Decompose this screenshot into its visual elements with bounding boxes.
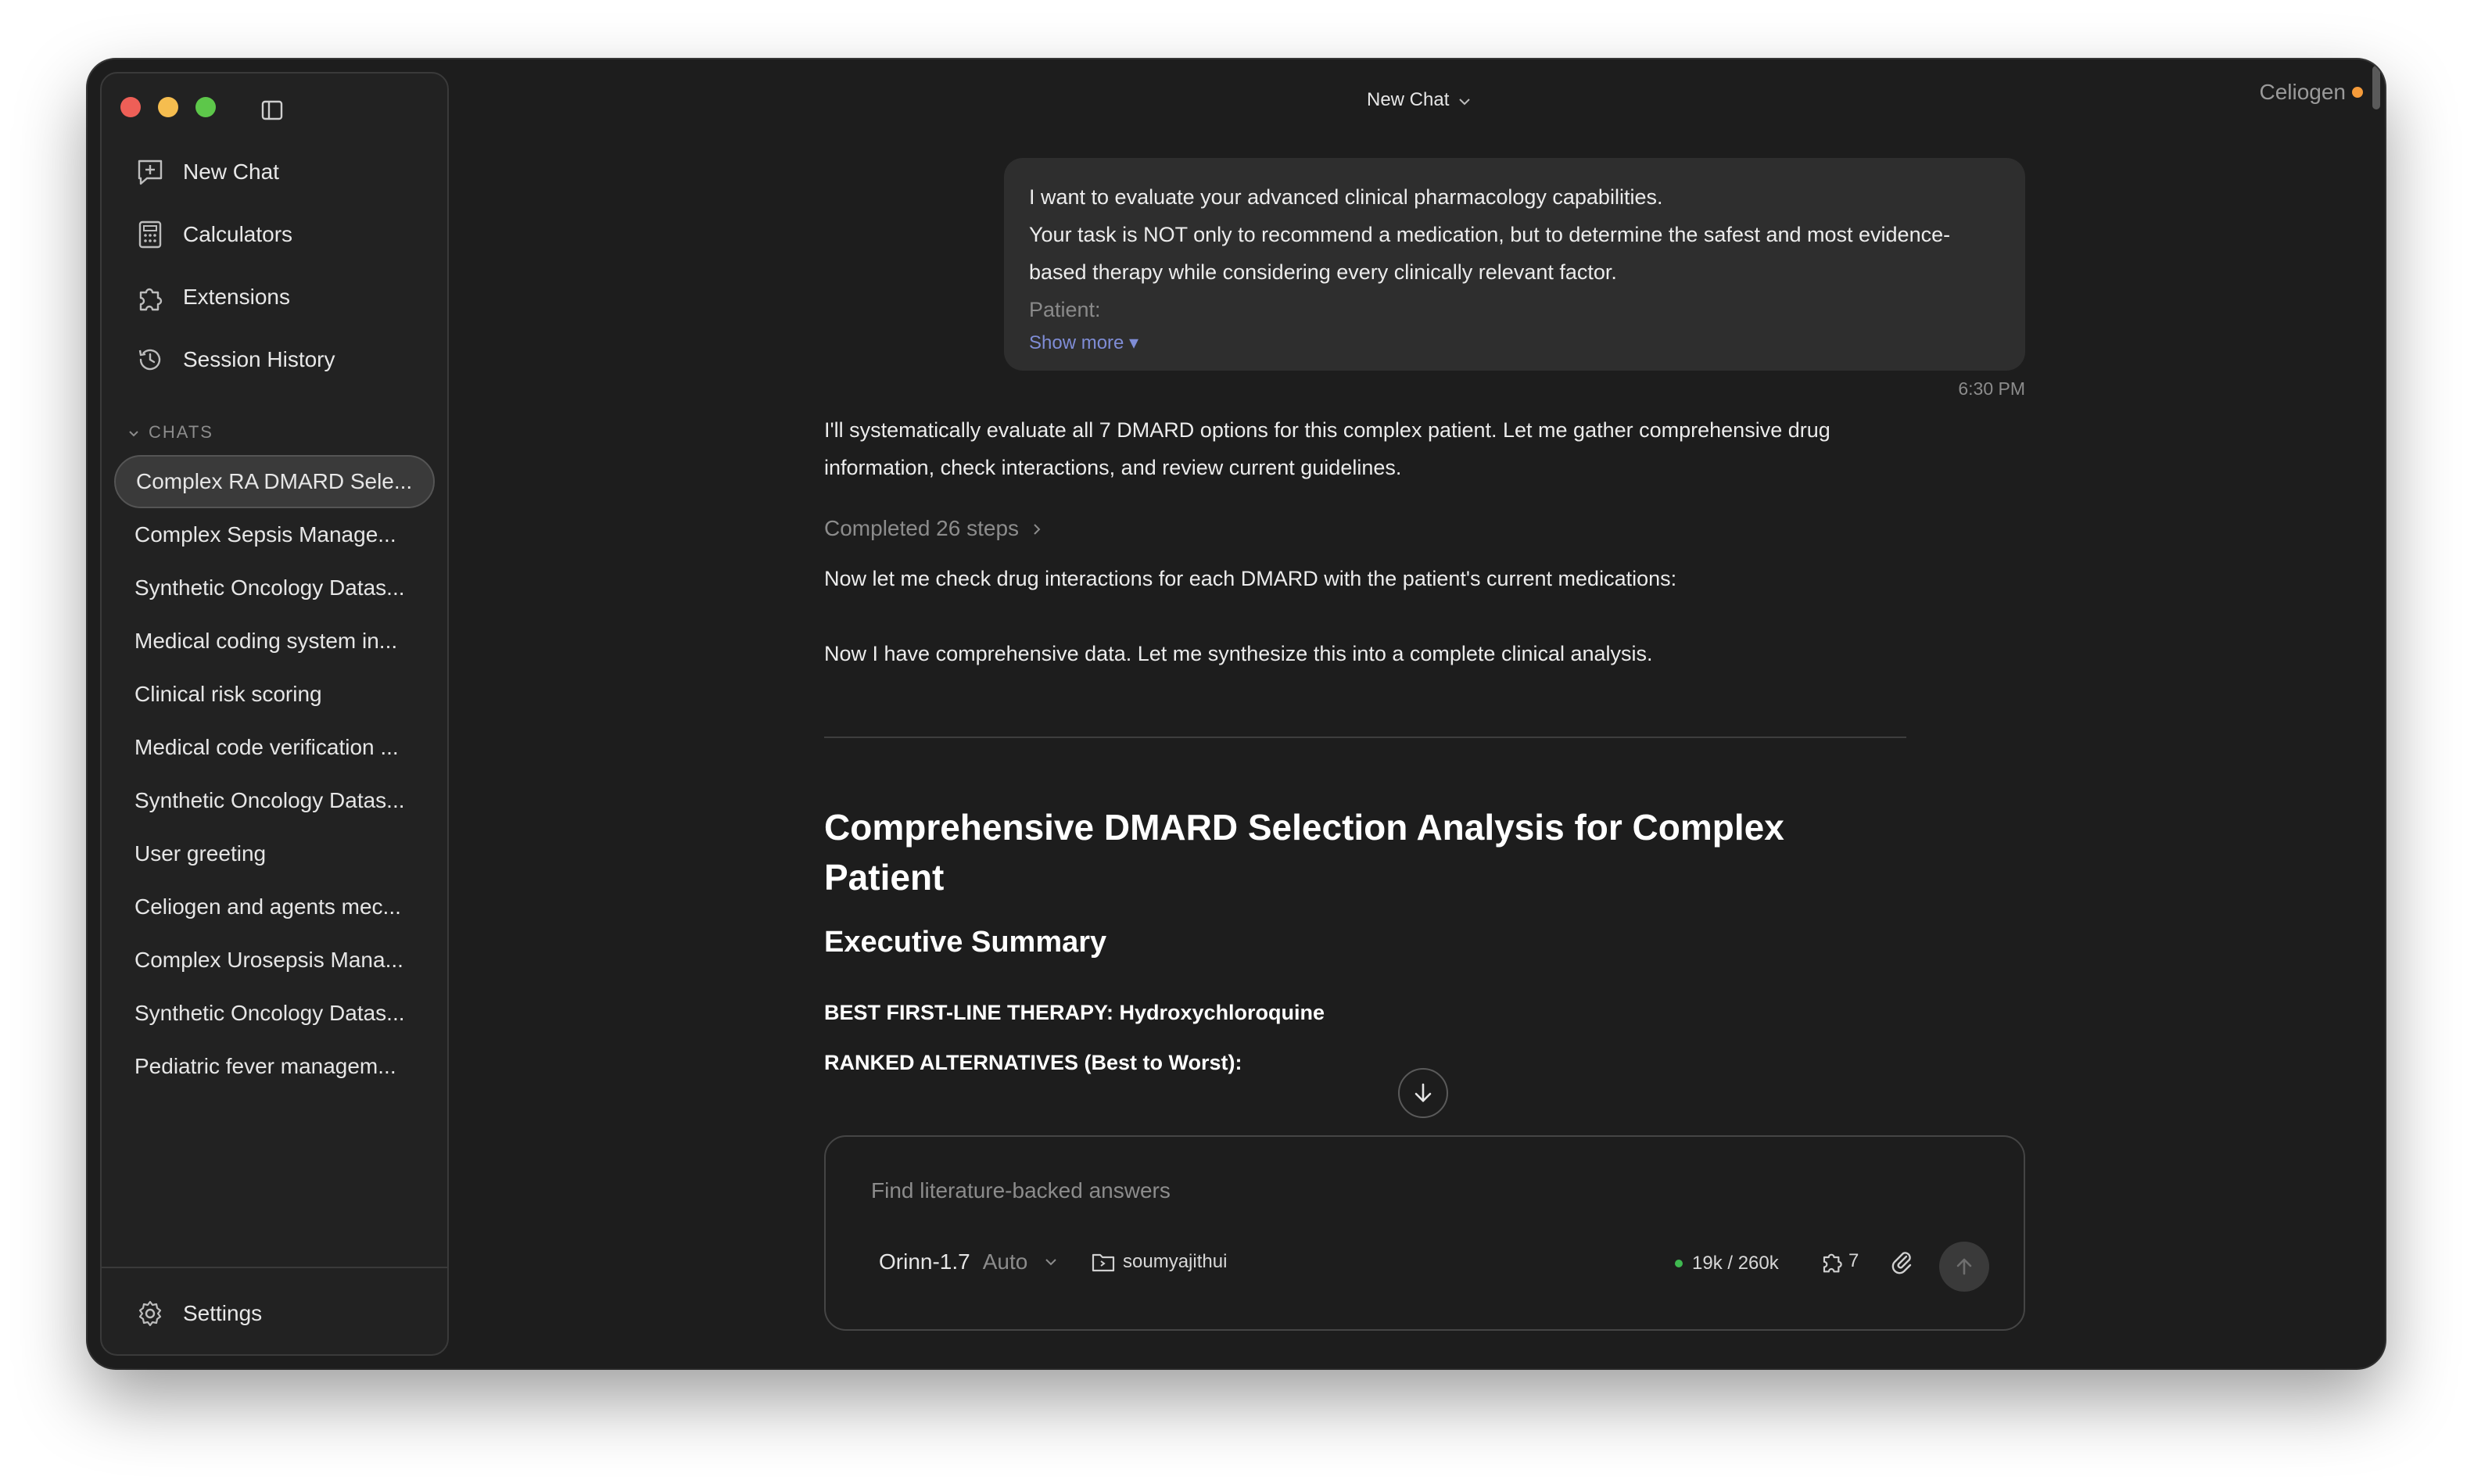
- chat-item[interactable]: Complex Sepsis Manage...: [114, 508, 435, 561]
- settings-button[interactable]: Settings: [134, 1293, 262, 1334]
- user-message-line: based therapy while considering every cl…: [1029, 260, 1617, 284]
- assistant-text: Now let me check drug interactions for e…: [824, 567, 1677, 590]
- puzzle-icon: [134, 281, 166, 313]
- model-mode: Auto: [982, 1249, 1028, 1274]
- chevron-down-icon: [1458, 89, 1471, 111]
- nav-label: Calculators: [183, 222, 293, 246]
- attach-button[interactable]: [1891, 1249, 1913, 1274]
- settings-label: Settings: [183, 1301, 263, 1325]
- paperclip-icon: [1891, 1249, 1913, 1274]
- chat-item[interactable]: Complex Urosepsis Mana...: [114, 934, 435, 987]
- app-window: New Chat Calculators Extensions Session …: [88, 59, 2385, 1368]
- brand-name: Celiogen: [2259, 80, 2346, 104]
- close-window-button[interactable]: [120, 97, 141, 117]
- arrow-up-icon: [1956, 1257, 1973, 1276]
- token-usage: 19k / 260k: [1675, 1253, 1779, 1274]
- history-icon: [134, 344, 166, 375]
- token-count: 19k / 260k: [1692, 1253, 1779, 1274]
- chat-list: Complex RA DMARD Sele... Complex Sepsis …: [114, 455, 435, 1093]
- best-therapy-line: BEST FIRST-LINE THERAPY: Hydroxychloroqu…: [824, 1001, 1325, 1024]
- response-subheading: Executive Summary: [824, 926, 1107, 959]
- arrow-down-icon: [1413, 1082, 1433, 1104]
- status-dot: [1675, 1260, 1683, 1267]
- chat-item[interactable]: Pediatric fever managem...: [114, 1040, 435, 1093]
- extensions-button[interactable]: 7: [1820, 1249, 1859, 1273]
- show-more-button[interactable]: Show more ▾: [1029, 332, 2000, 354]
- chat-title: New Chat: [1367, 89, 1450, 110]
- calculator-icon: [134, 219, 166, 250]
- chat-item[interactable]: Medical coding system in...: [114, 615, 435, 668]
- sidebar: New Chat Calculators Extensions Session …: [100, 72, 449, 1356]
- completed-steps-label: Completed 26 steps: [824, 516, 1020, 540]
- nav-label: Extensions: [183, 285, 290, 309]
- model-selector[interactable]: Orinn-1.7 Auto: [879, 1249, 1057, 1274]
- chat-item[interactable]: Synthetic Oncology Datas...: [114, 774, 435, 827]
- chat-item[interactable]: Medical code verification ...: [114, 721, 435, 774]
- assistant-text: Now I have comprehensive data. Let me sy…: [824, 642, 1653, 665]
- nav-calculators[interactable]: Calculators: [134, 214, 292, 255]
- message-input[interactable]: [869, 1178, 1733, 1204]
- gear-icon: [134, 1298, 166, 1329]
- folder-name: soumyajithui: [1123, 1251, 1228, 1272]
- composer: Orinn-1.7 Auto soumyajithui 19k / 260k 7: [824, 1135, 2025, 1331]
- nav-session-history[interactable]: Session History: [134, 339, 335, 380]
- extensions-count: 7: [1848, 1250, 1859, 1271]
- ranked-alternatives-line: RANKED ALTERNATIVES (Best to Worst):: [824, 1051, 1242, 1074]
- user-message-line: Your task is NOT only to recommend a med…: [1029, 223, 1951, 246]
- nav-label: Session History: [183, 347, 335, 371]
- chevron-down-icon: [128, 422, 139, 443]
- nav-new-chat[interactable]: New Chat: [134, 152, 279, 192]
- minimize-window-button[interactable]: [158, 97, 178, 117]
- sidebar-toggle-icon[interactable]: [261, 100, 283, 120]
- chat-item[interactable]: User greeting: [114, 827, 435, 880]
- send-button[interactable]: [1939, 1242, 1989, 1292]
- scrollbar[interactable]: [2372, 66, 2380, 109]
- scroll-to-bottom-button[interactable]: [1398, 1068, 1448, 1118]
- sidebar-divider: [102, 1267, 447, 1268]
- chevron-down-icon: [1045, 1258, 1057, 1266]
- chat-item[interactable]: Synthetic Oncology Datas...: [114, 987, 435, 1040]
- response-heading: Comprehensive DMARD Selection Analysis f…: [824, 807, 1784, 898]
- chat-item[interactable]: Clinical risk scoring: [114, 668, 435, 721]
- brand-label: Celiogen: [2259, 80, 2363, 105]
- nav-extensions[interactable]: Extensions: [134, 277, 290, 317]
- user-message-line: I want to evaluate your advanced clinica…: [1029, 185, 1663, 209]
- chat-item[interactable]: Celiogen and agents mec...: [114, 880, 435, 934]
- maximize-window-button[interactable]: [195, 97, 216, 117]
- chats-header-label: CHATS: [149, 422, 213, 442]
- puzzle-icon: [1820, 1249, 1844, 1273]
- user-message-bubble: I want to evaluate your advanced clinica…: [1004, 158, 2025, 371]
- chat-title-dropdown[interactable]: New Chat: [1367, 89, 1471, 111]
- new-chat-icon: [134, 156, 166, 188]
- chat-item[interactable]: Synthetic Oncology Datas...: [114, 561, 435, 615]
- folder-selector[interactable]: soumyajithui: [1092, 1251, 1227, 1273]
- assistant-text: information, check interactions, and rev…: [824, 456, 1402, 479]
- chat-item[interactable]: Complex RA DMARD Sele...: [114, 455, 435, 508]
- section-divider: [824, 737, 1906, 738]
- folder-icon: [1092, 1252, 1115, 1272]
- assistant-text: I'll systematically evaluate all 7 DMARD…: [824, 418, 1830, 442]
- chats-section-header[interactable]: CHATS: [128, 422, 213, 443]
- model-name: Orinn-1.7: [879, 1249, 970, 1274]
- chevron-right-icon: [1033, 516, 1041, 541]
- user-message-line: Patient:: [1029, 298, 1101, 321]
- message-timestamp: 6:30 PM: [1958, 378, 2025, 399]
- completed-steps-toggle[interactable]: Completed 26 steps: [824, 516, 1041, 541]
- nav-label: New Chat: [183, 160, 279, 184]
- status-dot: [2352, 87, 2363, 98]
